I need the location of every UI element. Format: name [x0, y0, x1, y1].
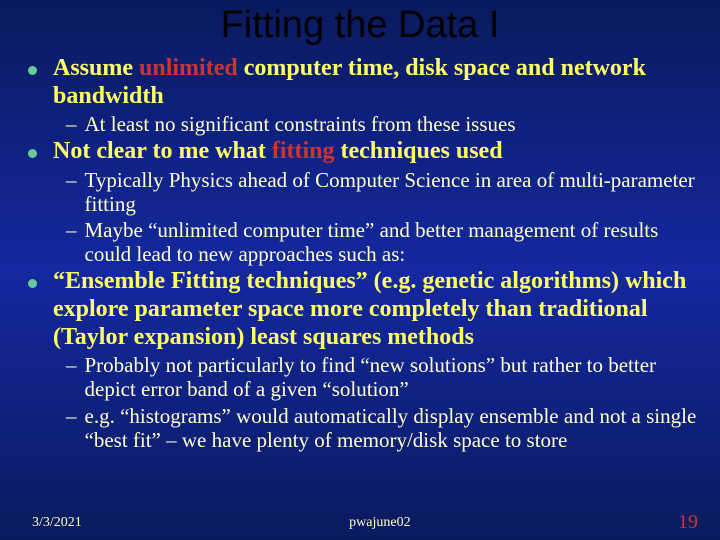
- sub-text: Maybe “unlimited computer time” and bett…: [85, 218, 707, 266]
- bullet-text: “Ensemble Fitting techniques” (e.g. gene…: [53, 268, 706, 351]
- bullet-text: Assume unlimited computer time, disk spa…: [53, 55, 706, 110]
- dash-icon: –: [66, 353, 77, 377]
- dash-icon: –: [66, 168, 77, 192]
- sub-item: – e.g. “histograms” would automatically …: [28, 404, 706, 452]
- dash-icon: –: [66, 112, 77, 136]
- bullet-item: Not clear to me what fitting techniques …: [28, 138, 706, 166]
- footer: 3/3/2021 pwajune02 19: [0, 511, 720, 534]
- slide-title: Fitting the Data I: [0, 0, 720, 55]
- sub-item: – Typically Physics ahead of Computer Sc…: [28, 168, 706, 216]
- sub-text: Probably not particularly to find “new s…: [85, 353, 707, 401]
- sub-text: e.g. “histograms” would automatically di…: [85, 404, 707, 452]
- bullet-icon: [28, 149, 37, 158]
- bullet-text: Not clear to me what fitting techniques …: [53, 138, 503, 166]
- dash-icon: –: [66, 404, 77, 428]
- bullet-item: Assume unlimited computer time, disk spa…: [28, 55, 706, 110]
- footer-label: pwajune02: [349, 515, 410, 531]
- bullet-item: “Ensemble Fitting techniques” (e.g. gene…: [28, 268, 706, 351]
- sub-item: – Maybe “unlimited computer time” and be…: [28, 218, 706, 266]
- footer-date: 3/3/2021: [32, 515, 82, 531]
- slide-body: Assume unlimited computer time, disk spa…: [0, 55, 720, 452]
- sub-item: – Probably not particularly to find “new…: [28, 353, 706, 401]
- sub-text: At least no significant constraints from…: [85, 112, 516, 136]
- sub-text: Typically Physics ahead of Computer Scie…: [85, 168, 707, 216]
- bullet-icon: [28, 66, 37, 75]
- slide-number: 19: [678, 511, 698, 534]
- sub-item: – At least no significant constraints fr…: [28, 112, 706, 136]
- dash-icon: –: [66, 218, 77, 242]
- bullet-icon: [28, 279, 37, 288]
